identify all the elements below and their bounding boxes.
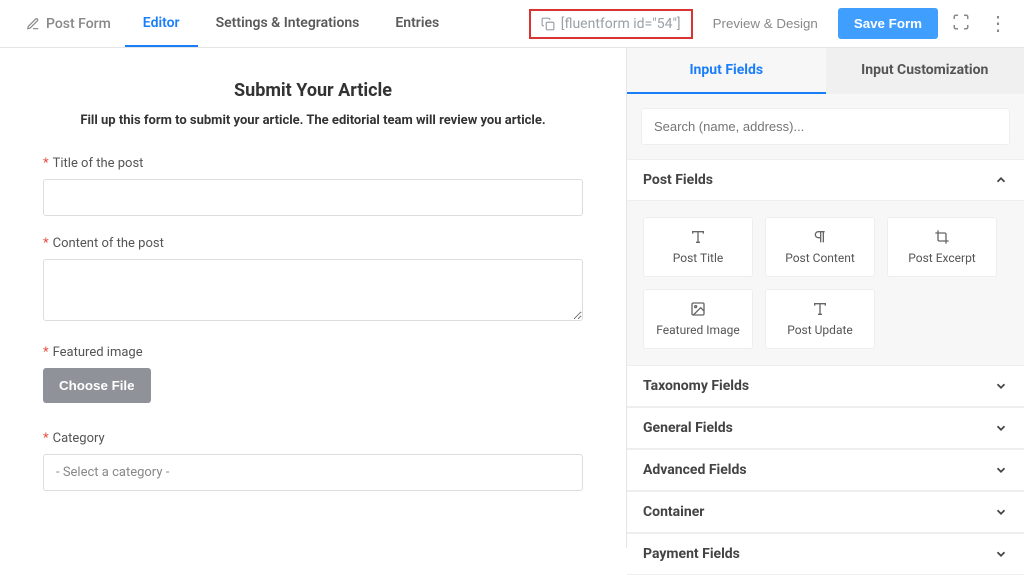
shortcode-box[interactable]: [fluentform id="54"] [529, 9, 693, 39]
field-category[interactable]: *Category - Select a category - [43, 431, 583, 491]
fullscreen-button[interactable] [948, 9, 974, 38]
text-width-icon [812, 301, 828, 317]
field-label: *Category [43, 431, 583, 446]
block-post-excerpt[interactable]: Post Excerpt [887, 217, 997, 277]
brand-label: Post Form [46, 16, 111, 32]
field-content[interactable]: *Content of the post [43, 236, 583, 325]
chevron-down-icon [994, 463, 1008, 477]
field-title[interactable]: *Title of the post [43, 156, 583, 216]
field-label: *Content of the post [43, 236, 583, 251]
section-payment[interactable]: Payment Fields [627, 533, 1024, 575]
tab-settings[interactable]: Settings & Integrations [198, 1, 378, 47]
image-icon [690, 301, 706, 317]
section-post-fields-body: Post Title Post Content Post Excerpt Fea… [627, 201, 1024, 365]
sidebar-tab-customization[interactable]: Input Customization [826, 48, 1024, 94]
choose-file-button[interactable]: Choose File [43, 368, 151, 403]
save-button[interactable]: Save Form [838, 8, 938, 39]
category-select[interactable]: - Select a category - [43, 454, 583, 491]
block-post-update[interactable]: Post Update [765, 289, 875, 349]
paragraph-icon [812, 229, 828, 245]
shortcode-text: [fluentform id="54"] [561, 16, 681, 32]
chevron-down-icon [994, 379, 1008, 393]
more-icon: ⋮ [988, 13, 1008, 35]
top-bar: Post Form Editor Settings & Integrations… [0, 0, 1024, 48]
field-label: *Title of the post [43, 156, 583, 171]
chevron-down-icon [994, 505, 1008, 519]
fullscreen-icon [952, 13, 970, 31]
section-container[interactable]: Container [627, 491, 1024, 533]
pencil-icon [26, 17, 40, 31]
chevron-down-icon [994, 421, 1008, 435]
search-wrap [627, 94, 1024, 159]
sidebar-tabs: Input Fields Input Customization [627, 48, 1024, 94]
tab-nav: Editor Settings & Integrations Entries [125, 1, 457, 47]
top-left: Post Form Editor Settings & Integrations… [12, 1, 457, 47]
brand: Post Form [12, 16, 125, 32]
top-right: [fluentform id="54"] Preview & Design Sa… [529, 8, 1012, 39]
field-label: *Featured image [43, 345, 583, 360]
block-featured-image[interactable]: Featured Image [643, 289, 753, 349]
more-button[interactable]: ⋮ [984, 10, 1012, 38]
required-marker: * [43, 345, 49, 360]
section-advanced[interactable]: Advanced Fields [627, 449, 1024, 491]
section-general[interactable]: General Fields [627, 407, 1024, 449]
content-textarea[interactable] [43, 259, 583, 321]
form-canvas: Submit Your Article Fill up this form to… [0, 48, 626, 548]
chevron-down-icon [994, 547, 1008, 561]
block-post-title[interactable]: Post Title [643, 217, 753, 277]
main: Submit Your Article Fill up this form to… [0, 48, 1024, 548]
sidebar-tab-input-fields[interactable]: Input Fields [627, 48, 826, 94]
text-width-icon [690, 229, 706, 245]
form-title: Submit Your Article [43, 80, 583, 101]
tab-entries[interactable]: Entries [377, 1, 457, 47]
required-marker: * [43, 431, 49, 446]
field-featured-image[interactable]: *Featured image Choose File [43, 345, 583, 411]
title-input[interactable] [43, 179, 583, 216]
block-post-content[interactable]: Post Content [765, 217, 875, 277]
search-input[interactable] [641, 108, 1010, 145]
section-post-fields[interactable]: Post Fields [627, 159, 1024, 201]
tab-editor[interactable]: Editor [125, 1, 198, 47]
section-taxonomy[interactable]: Taxonomy Fields [627, 365, 1024, 407]
sidebar: Input Fields Input Customization Post Fi… [626, 48, 1024, 548]
copy-icon [541, 17, 555, 31]
chevron-up-icon [994, 173, 1008, 187]
required-marker: * [43, 156, 49, 171]
form-description: Fill up this form to submit your article… [43, 113, 583, 128]
form-canvas-inner: Submit Your Article Fill up this form to… [43, 80, 583, 511]
crop-icon [934, 229, 950, 245]
preview-button[interactable]: Preview & Design [703, 8, 828, 39]
required-marker: * [43, 236, 49, 251]
